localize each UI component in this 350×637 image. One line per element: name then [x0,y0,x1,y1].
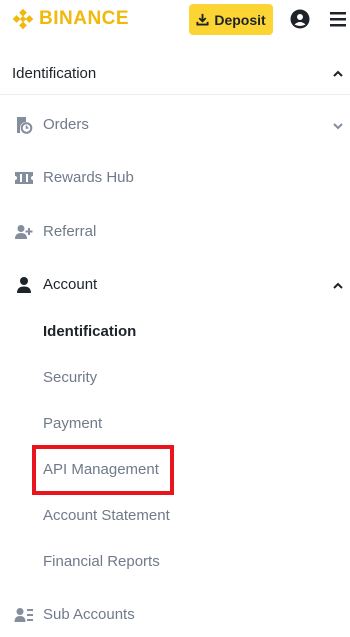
account-menu-item-label: Payment [43,415,103,432]
binance-logo[interactable]: BINANCE [12,8,129,30]
account-menu-security[interactable]: Security [0,360,350,396]
account-label: Account [43,276,98,293]
account-menu-payment[interactable]: Payment [0,406,350,442]
referral-label: Referral [43,223,97,240]
account-menu-item-label: Identification [43,323,137,340]
hamburger-menu-icon[interactable] [329,10,347,28]
add-user-icon [15,225,33,239]
account-menu-identification[interactable]: Identification [0,314,350,350]
chevron-up-icon [333,282,343,289]
sidebar-item-orders[interactable]: Orders [0,105,350,145]
account-menu-financial-reports[interactable]: Financial Reports [0,544,350,580]
ticket-icon [15,172,33,184]
profile-icon[interactable] [290,9,310,29]
orders-icon [17,117,33,134]
account-menu-item-label: Account Statement [43,507,170,524]
account-user-icon [17,277,31,293]
section-header[interactable]: Identification [0,53,350,95]
sidebar-item-rewards-hub[interactable]: Rewards Hub [0,158,350,198]
deposit-label: Deposit [214,11,266,28]
brand-name: BINANCE [39,8,130,29]
rewards-hub-label: Rewards Hub [43,169,134,186]
chevron-down-icon [333,123,343,130]
sidebar-item-account[interactable]: Account [0,265,350,305]
account-menu-account-statement[interactable]: Account Statement [0,498,350,534]
binance-logo-icon [12,8,34,30]
sub-accounts-icon [14,608,33,622]
sidebar-item-sub-accounts[interactable]: Sub Accounts [0,595,350,635]
sidebar-item-referral[interactable]: Referral [0,212,350,252]
sub-accounts-label: Sub Accounts [43,606,135,623]
chevron-up-icon [333,70,343,77]
account-menu-item-label: Security [43,369,98,386]
orders-label: Orders [43,116,89,133]
section-title: Identification [12,65,97,82]
highlight-box [32,445,174,495]
download-icon [196,13,209,26]
account-menu-item-label: Financial Reports [43,553,160,570]
top-bar: BINANCE Deposit [0,0,350,40]
deposit-button[interactable]: Deposit [189,4,273,35]
